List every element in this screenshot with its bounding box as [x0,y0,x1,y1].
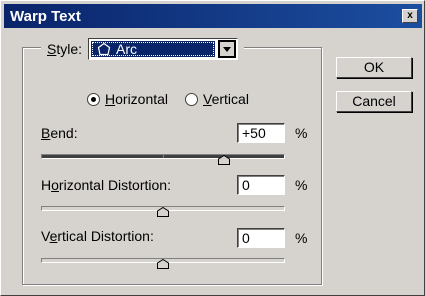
style-group-box [22,47,322,285]
horizontal-distortion-label: Horizontal Distortion: [41,177,171,193]
chevron-down-icon [223,46,232,52]
radio-vertical-button[interactable] [185,92,198,106]
cancel-button[interactable]: Cancel [336,91,412,112]
dropdown-arrow-button[interactable] [218,40,237,58]
vertical-distortion-input[interactable]: 0 [237,228,285,248]
vertical-distortion-label: Vertical Distortion: [41,228,154,244]
title-bar[interactable]: Warp Text x [4,4,422,28]
horizontal-distortion-unit: % [295,177,308,193]
warp-text-dialog: Warp Text x Style: Arc OK Cancel Horizon… [0,0,425,296]
radio-vertical[interactable]: Vertical [185,91,249,107]
vertical-distortion-unit: % [295,230,308,246]
radio-horizontal-button[interactable] [87,92,100,106]
radio-horizontal[interactable]: Horizontal [87,91,168,107]
bend-slider-thumb[interactable] [218,155,230,165]
style-label: Style: [47,41,83,57]
horizontal-distortion-input[interactable]: 0 [237,175,285,195]
radio-horizontal-label: Horizontal [105,91,169,107]
arc-icon [97,42,111,56]
bend-input[interactable]: +50 [237,123,285,143]
bend-slider-track[interactable] [41,154,285,159]
vertical-distortion-slider-thumb[interactable] [157,259,169,269]
style-row: Style: Arc [41,38,245,60]
ok-button[interactable]: OK [336,57,412,78]
style-dropdown[interactable]: Arc [88,38,239,60]
radio-vertical-label: Vertical [203,91,249,107]
bend-slider-center-tick [163,155,164,158]
bend-unit: % [295,125,308,141]
close-button[interactable]: x [402,9,418,23]
style-selected-value: Arc [91,41,216,57]
bend-label: Bend: [41,125,78,141]
horizontal-distortion-slider-thumb[interactable] [157,207,169,217]
dialog-title: Warp Text [10,8,81,25]
